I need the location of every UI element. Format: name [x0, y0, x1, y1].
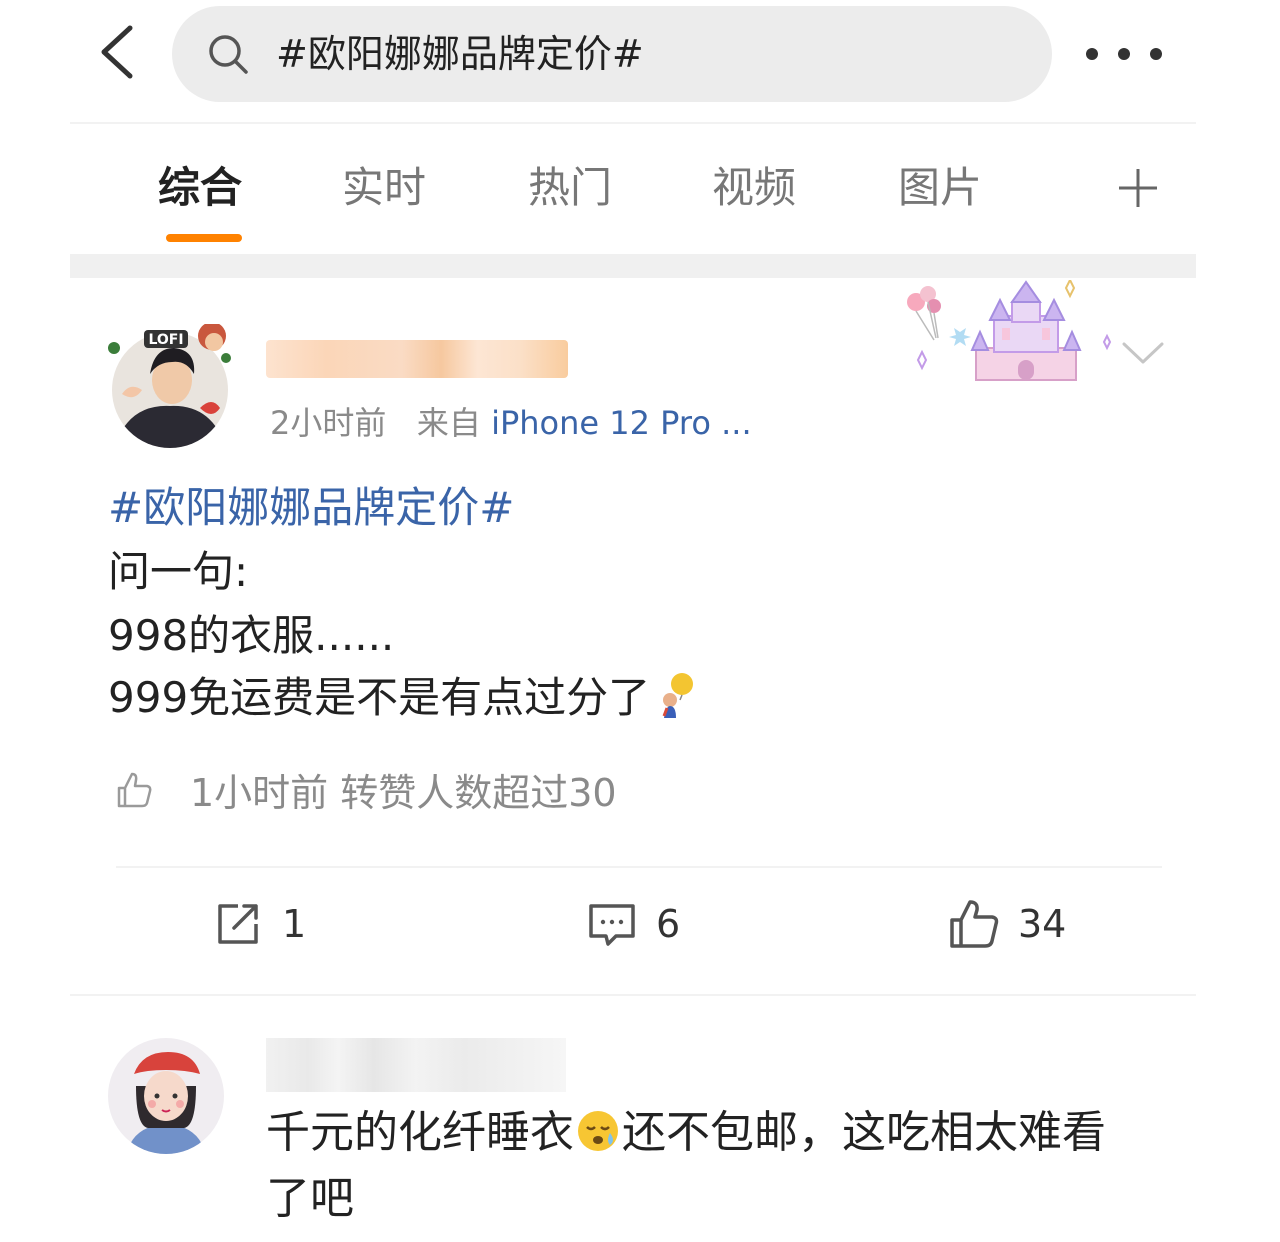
comment-line-1: 千元的化纤睡衣 还不包邮，这吃相太难看 [266, 1102, 1106, 1164]
svg-text:LOFI: LOFI [148, 332, 183, 348]
divider [70, 122, 1196, 124]
post-line-1: 问一句: [108, 547, 249, 596]
post-line-3-container: 999免运费是不是有点过分了 [108, 668, 696, 728]
tab-comprehensive[interactable]: 综合 [158, 158, 242, 218]
comment-icon [589, 904, 635, 946]
divider [116, 866, 1162, 868]
share-icon [218, 904, 258, 944]
thumbs-up-icon [117, 772, 152, 808]
like-count: 34 [1018, 902, 1067, 946]
post-line-2: 998的衣服...... [108, 611, 395, 660]
comment-line-2: 了吧 [266, 1173, 354, 1224]
like-button[interactable]: 34 [948, 894, 1066, 954]
avatar[interactable]: LOFI [108, 324, 232, 448]
dot-icon [1150, 48, 1162, 60]
blurred-username [266, 1038, 566, 1092]
section-separator [70, 254, 1196, 278]
repost-count: 1 [282, 902, 307, 946]
comment-button[interactable]: 6 [586, 894, 680, 954]
tab-video[interactable]: 视频 [712, 158, 796, 218]
repost-button[interactable]: 1 [212, 894, 306, 954]
comment-text-part-2: 还不包邮，这吃相太难看 [622, 1107, 1106, 1158]
comment-count: 6 [656, 902, 681, 946]
tab-hot[interactable]: 热门 [528, 158, 612, 218]
thumbs-up-icon [950, 900, 999, 948]
search-icon [209, 35, 248, 74]
chevron-left-icon [101, 25, 133, 79]
commenter-avatar[interactable] [106, 1036, 226, 1156]
search-query[interactable]: #欧阳娜娜品牌定价# [276, 24, 644, 84]
castle-decoration-icon [907, 280, 1112, 381]
comment-text-part-1: 千元的化纤睡衣 [266, 1107, 574, 1158]
active-tab-indicator [166, 234, 242, 242]
tab-images[interactable]: 图片 [898, 158, 982, 218]
more-options-button[interactable] [1086, 36, 1162, 72]
balloon-emoji-icon [662, 673, 694, 718]
post-line-3: 999免运费是不是有点过分了 [108, 673, 651, 722]
blurred-username [266, 340, 568, 378]
dot-icon [1118, 48, 1130, 60]
chevron-down-icon[interactable] [1120, 338, 1166, 368]
tab-realtime[interactable]: 实时 [342, 158, 426, 218]
post-source-prefix: 来自 [416, 404, 481, 442]
divider [70, 994, 1196, 996]
dot-icon [1086, 48, 1098, 60]
engagement-note: 1小时前 转赞人数超过30 [190, 771, 617, 815]
sleepy-face-emoji-icon [578, 1111, 618, 1151]
post-meta: 2小时前 来自 iPhone 12 Pro ... [270, 398, 752, 448]
plus-icon[interactable] [1116, 166, 1160, 210]
post-time: 2小时前 [270, 404, 387, 442]
back-button[interactable] [92, 22, 152, 82]
post-hashtag[interactable]: #欧阳娜娜品牌定价# [108, 478, 514, 538]
post-source-device[interactable]: iPhone 12 Pro ... [491, 404, 752, 442]
